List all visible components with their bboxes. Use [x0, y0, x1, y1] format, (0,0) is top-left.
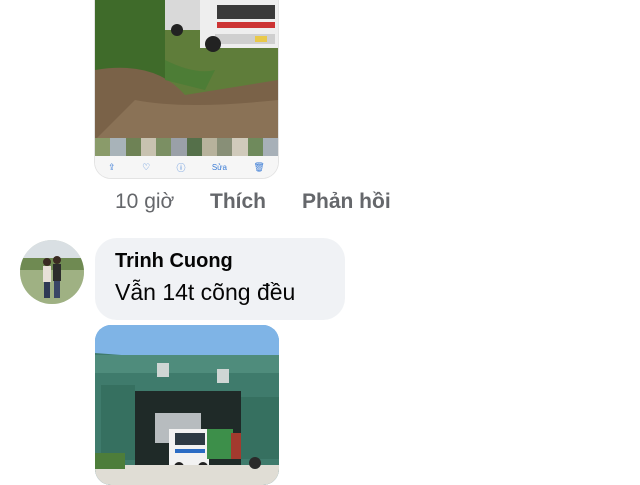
- truck-on-dirt-road-image: [95, 0, 278, 156]
- comment-author[interactable]: Trinh Cuong: [115, 250, 325, 273]
- gallery-toolbar: ⇪ ♡ ⓘ Sửa 🗑: [95, 156, 278, 178]
- share-icon[interactable]: ⇪: [108, 162, 116, 173]
- post-actions: 10 giờ Thích Phản hồi: [115, 190, 391, 214]
- post-photo[interactable]: ⇪ ♡ ⓘ Sửa 🗑: [95, 0, 278, 178]
- avatar[interactable]: [20, 240, 84, 304]
- timestamp: 10 giờ: [115, 190, 175, 213]
- info-icon[interactable]: ⓘ: [176, 161, 185, 174]
- reply-button[interactable]: Phản hồi: [302, 190, 391, 214]
- like-button[interactable]: Thích: [210, 190, 302, 214]
- truck-in-warehouse-image: [95, 325, 279, 485]
- comment-text: Vẫn 14t cõng đều: [115, 279, 296, 305]
- gallery-thumbnail-strip: [95, 138, 278, 156]
- edit-label[interactable]: Sửa: [212, 163, 227, 172]
- heart-icon[interactable]: ♡: [142, 162, 150, 173]
- comment-photo[interactable]: [95, 325, 279, 485]
- comment-bubble[interactable]: Trinh Cuong Vẫn 14t cõng đều: [95, 238, 345, 320]
- avatar-image: [20, 240, 84, 304]
- trash-icon[interactable]: 🗑: [253, 162, 264, 173]
